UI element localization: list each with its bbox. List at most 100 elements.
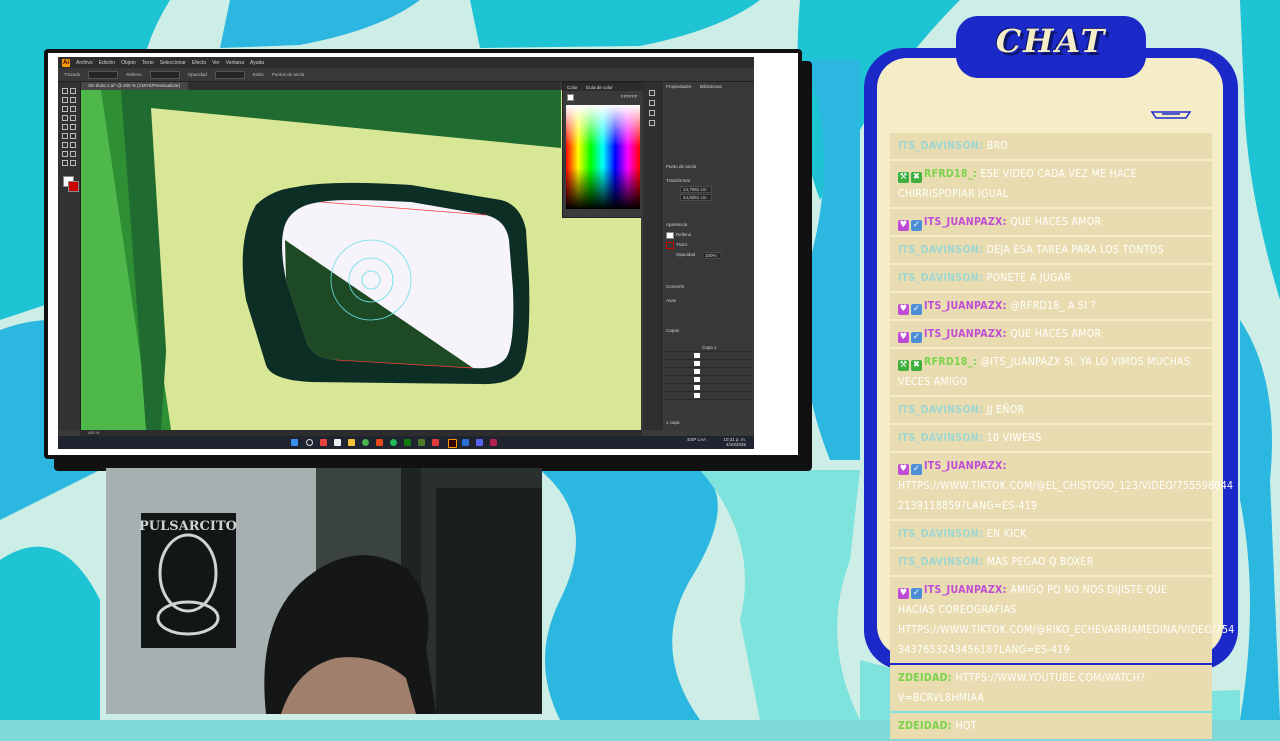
task-icon[interactable] (334, 439, 341, 446)
shape-builder-tool-icon[interactable] (70, 142, 76, 148)
spotify-icon[interactable] (390, 439, 397, 446)
fill-swatch[interactable] (666, 232, 674, 239)
chat-username[interactable]: ITS_JUANPAZX (924, 584, 1003, 596)
zoom-tool-icon[interactable] (70, 160, 76, 166)
panel-icon-3[interactable] (649, 110, 655, 116)
menu-item-ver[interactable]: Ver (212, 60, 220, 66)
tab-bibliotecas[interactable]: Bibliotecas (700, 84, 722, 89)
verified-badge-icon: ✓ (911, 304, 922, 315)
opacity-field[interactable]: 100% (702, 252, 722, 259)
windows-icon[interactable] (291, 439, 298, 446)
chat-username[interactable]: RFRD18_ (924, 168, 973, 180)
direct-selection-tool-icon[interactable] (70, 88, 76, 94)
pencil-tool-icon[interactable] (62, 124, 68, 130)
layer-row[interactable] (664, 368, 750, 376)
option-opacidad[interactable]: Opacidad (188, 72, 207, 77)
pen-tool-icon[interactable] (62, 97, 68, 103)
chrome-icon[interactable] (362, 439, 369, 446)
width-tool-icon[interactable] (62, 142, 68, 148)
brush-tool-icon[interactable] (70, 115, 76, 121)
vip-badge-icon: ✖ (911, 172, 922, 183)
stroke-swatch[interactable] (666, 242, 674, 249)
rotate-tool-icon[interactable] (62, 133, 68, 139)
panel-icon-1[interactable] (649, 90, 655, 96)
illustrator-icon[interactable] (448, 439, 457, 448)
other-icon[interactable] (476, 439, 483, 446)
menu-item-texto[interactable]: Texto (142, 60, 154, 66)
x-field[interactable]: 14,7081 cm (680, 186, 712, 193)
eyedropper-tool-icon[interactable] (70, 151, 76, 157)
opacity-field[interactable] (214, 70, 245, 79)
layer-row[interactable] (664, 376, 750, 384)
menu-item-edicion[interactable]: Edición (99, 60, 115, 66)
chat-username[interactable]: ITS_JUANPAZX (924, 216, 1003, 228)
gradient-tool-icon[interactable] (62, 151, 68, 157)
other-icon-2[interactable] (490, 439, 497, 446)
chat-username[interactable]: ITS_DAVINSON (898, 556, 979, 568)
zoom-level[interactable]: 400 % (88, 430, 99, 435)
layer-row[interactable] (664, 392, 750, 400)
eraser-tool-icon[interactable] (70, 124, 76, 130)
taskbar-clock[interactable]: 10:31 p. m. 4/10/2025 (723, 437, 746, 447)
chat-username[interactable]: ITS_DAVINSON (898, 244, 979, 256)
panel-icon-2[interactable] (649, 100, 655, 106)
menu-item-objeto[interactable]: Objeto (121, 60, 136, 66)
document-tab[interactable]: Sin título-1.ai* @ 400 % (CMYK/Previsual… (80, 82, 189, 90)
color-spectrum-picker[interactable] (566, 105, 640, 209)
label-punto-de-ancla: Punto de ancla (666, 164, 697, 169)
color-hex-value[interactable]: FFFFFF (621, 94, 638, 99)
rectangle-tool-icon[interactable] (62, 115, 68, 121)
menu-item-ayuda[interactable]: Ayuda (250, 60, 264, 66)
chat-username[interactable]: ITS_DAVINSON (898, 404, 979, 416)
brave-icon[interactable] (320, 439, 327, 446)
menu-item-seleccionar[interactable]: Seleccionar (160, 60, 186, 66)
curvature-tool-icon[interactable] (70, 97, 76, 103)
artboard-canvas[interactable] (81, 90, 641, 430)
layer-row[interactable] (664, 384, 750, 392)
chat-username[interactable]: ITS_JUANPAZX (924, 460, 1003, 472)
scale-tool-icon[interactable] (70, 133, 76, 139)
app-icon-red[interactable] (432, 439, 439, 446)
xbox-icon[interactable] (404, 439, 411, 446)
chat-username[interactable]: ITS_JUANPAZX (924, 300, 1003, 312)
menu-item-archivo[interactable]: Archivo (76, 60, 93, 66)
chat-username[interactable]: ITS_DAVINSON (898, 272, 979, 284)
option-relleno[interactable]: Relleno (126, 72, 141, 77)
hand-tool-icon[interactable] (62, 160, 68, 166)
chat-username[interactable]: ITS_DAVINSON (898, 528, 979, 540)
menu-item-efecto[interactable]: Efecto (192, 60, 206, 66)
layer-row[interactable] (664, 352, 750, 360)
chat-username[interactable]: ZDEIDAD (898, 672, 948, 684)
tools-panel (58, 82, 81, 430)
chat-username[interactable]: ITS_JUANPAZX (924, 328, 1003, 340)
stroke-swatch-icon[interactable] (68, 181, 79, 192)
chat-username[interactable]: RFRD18_ (924, 356, 973, 368)
panel-icon-4[interactable] (649, 120, 655, 126)
line-tool-icon[interactable] (70, 106, 76, 112)
folder-icon[interactable] (348, 439, 355, 446)
mail-icon[interactable] (462, 439, 469, 446)
tab-propiedades[interactable]: Propiedades (666, 84, 691, 89)
keyboard-language[interactable]: ESP LAA (687, 437, 706, 442)
tab-guia-de-color[interactable]: Guía de color (586, 85, 613, 90)
chat-username[interactable]: ZDEIDAD (898, 720, 948, 732)
search-icon[interactable] (306, 439, 313, 446)
layer-row-main[interactable]: Capa 1 (664, 344, 750, 352)
layer-row[interactable] (664, 360, 750, 368)
app-icon[interactable] (418, 439, 425, 446)
y-field[interactable]: 44,9251 cm (680, 194, 712, 201)
tab-color[interactable]: Color (567, 85, 578, 90)
chat-message-text: BRO (986, 140, 1009, 152)
browser-icon[interactable] (376, 439, 383, 446)
option-estilo[interactable]: Estilo (253, 72, 264, 77)
fill-field[interactable] (149, 70, 180, 79)
selection-tool-icon[interactable] (62, 88, 68, 94)
chat-username[interactable]: ITS_DAVINSON (898, 432, 979, 444)
option-anchor[interactable]: Puntos de ancla (272, 72, 304, 77)
type-tool-icon[interactable] (62, 106, 68, 112)
current-color-swatch[interactable] (567, 94, 574, 101)
chat-username[interactable]: ITS_DAVINSON (898, 140, 979, 152)
option-trazado[interactable]: Trazado (64, 72, 80, 77)
stroke-field[interactable] (88, 70, 119, 79)
menu-item-ventana[interactable]: Ventana (226, 60, 244, 66)
